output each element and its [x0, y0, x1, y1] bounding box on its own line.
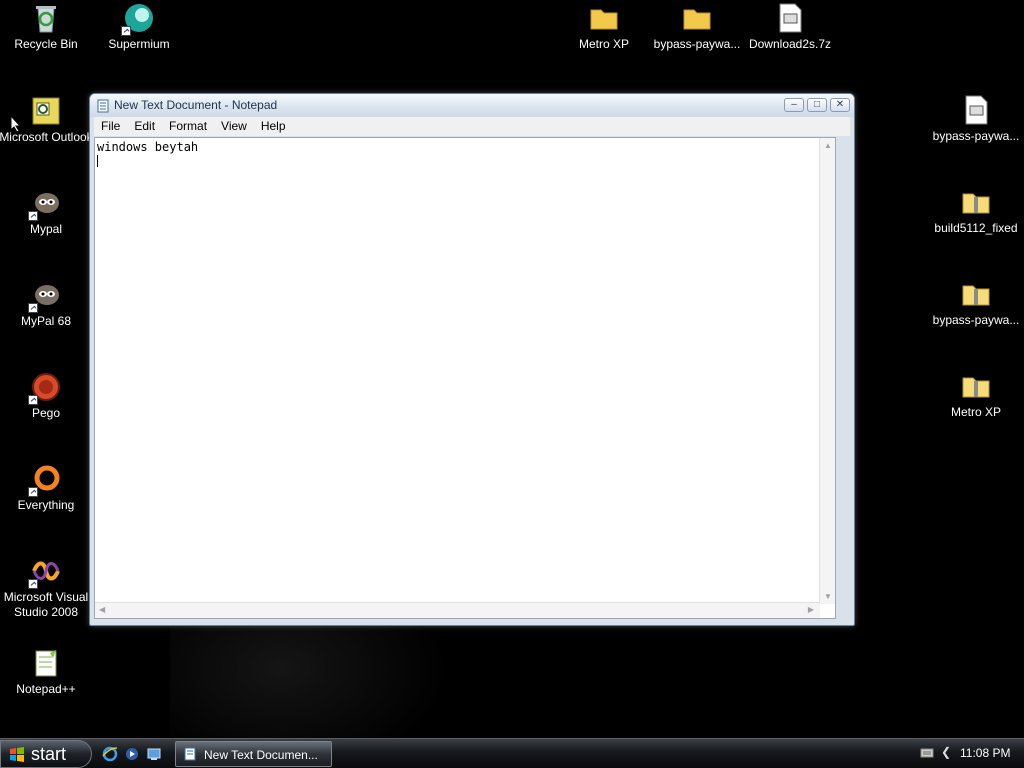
shortcut-arrow-icon — [28, 303, 38, 313]
vertical-scrollbar[interactable]: ▲ ▼ — [819, 138, 835, 604]
close-button[interactable]: ✕ — [830, 98, 850, 112]
notepad-titlebar[interactable]: New Text Document - Notepad – □ ✕ — [90, 94, 854, 117]
menu-help[interactable]: Help — [254, 117, 293, 136]
desktop-icon-download2s-7z[interactable]: Download2s.7z — [742, 2, 838, 52]
mypal68-icon — [28, 279, 62, 313]
shortcut-arrow-icon — [121, 26, 131, 36]
outlook-icon — [30, 95, 62, 127]
zip-folder-icon — [960, 278, 992, 310]
archive-file-icon — [774, 2, 806, 34]
visual-studio-icon — [28, 555, 62, 589]
zip-folder-icon — [960, 186, 992, 218]
internet-explorer-icon[interactable] — [102, 746, 118, 762]
menu-bar: File Edit Format View Help — [94, 117, 850, 136]
text-caret — [97, 155, 98, 167]
text-editor-area[interactable]: windows beytah ▲ ▼ ◀ ▶ — [94, 137, 836, 619]
shortcut-arrow-icon — [28, 579, 38, 589]
mouse-cursor-icon — [10, 115, 22, 133]
desktop-icon-bypass-file[interactable]: bypass-paywa... — [928, 94, 1024, 144]
desktop-icon-label: Mypal — [29, 222, 62, 236]
desktop-icon-label: Microsoft Visual Studio 2008 — [3, 590, 89, 619]
desktop-icon-label: Recycle Bin — [14, 37, 78, 51]
desktop-icon-label: MyPal 68 — [20, 314, 72, 328]
scroll-right-arrow-icon[interactable]: ▶ — [808, 605, 814, 614]
start-label: start — [31, 744, 67, 764]
horizontal-scrollbar[interactable]: ◀ ▶ — [95, 602, 820, 618]
menu-edit[interactable]: Edit — [127, 117, 162, 136]
notepad-app-icon — [97, 99, 109, 113]
desktop-icon-metro-xp-zip[interactable]: Metro XP — [928, 370, 1024, 420]
show-desktop-icon[interactable] — [146, 746, 162, 762]
notepadpp-icon — [30, 647, 62, 679]
menu-format[interactable]: Format — [162, 117, 214, 136]
scroll-left-arrow-icon[interactable]: ◀ — [99, 605, 105, 614]
keyboard-tray-icon[interactable] — [920, 747, 934, 759]
supermium-icon — [121, 2, 155, 36]
show-hidden-icons-chevron-icon[interactable]: ❮ — [941, 745, 951, 759]
scroll-down-arrow-icon[interactable]: ▼ — [824, 592, 832, 601]
desktop-icon-label: Pego — [31, 406, 61, 420]
menu-file[interactable]: File — [94, 117, 127, 136]
menu-view[interactable]: View — [214, 117, 254, 136]
desktop-icon-label: Notepad++ — [16, 682, 76, 696]
desktop-icon-label: Everything — [17, 498, 75, 512]
media-player-icon[interactable] — [124, 746, 140, 762]
folder-icon — [681, 2, 713, 34]
desktop-icon-label: bypass-paywa... — [932, 313, 1020, 327]
start-button[interactable]: start — [0, 740, 92, 768]
recycle-bin-icon — [30, 2, 62, 34]
desktop-icon-label: bypass-paywa... — [653, 37, 741, 51]
desktop-icon-label: build5112_fixed — [934, 221, 1018, 235]
windows-logo-icon — [10, 747, 24, 762]
desktop-icon-notepadpp[interactable]: Notepad++ — [0, 647, 94, 697]
notepad-app-icon — [184, 747, 196, 761]
archive-file-icon — [960, 94, 992, 126]
notepad-window[interactable]: New Text Document - Notepad – □ ✕ File Ed… — [89, 93, 855, 626]
mypal-icon — [28, 187, 62, 221]
desktop-icon-bypass-zip[interactable]: bypass-paywa... — [928, 278, 1024, 328]
taskbar-button-label: New Text Documen... — [204, 748, 318, 762]
desktop-icon-label: bypass-paywa... — [932, 129, 1020, 143]
desktop-icon-label: Metro XP — [578, 37, 629, 51]
editor-content[interactable]: windows beytah — [97, 140, 198, 154]
desktop-icon-label: Download2s.7z — [748, 37, 832, 51]
desktop-icon-label: Supermium — [108, 37, 170, 51]
desktop-icon-label: Metro XP — [950, 405, 1001, 419]
maximize-button[interactable]: □ — [807, 98, 827, 112]
desktop-icon-supermium[interactable]: Supermium — [91, 2, 187, 52]
everything-icon — [28, 463, 62, 497]
folder-icon — [588, 2, 620, 34]
desktop-icon-mypal-68[interactable]: MyPal 68 — [0, 279, 94, 329]
minimize-button[interactable]: – — [784, 98, 804, 112]
desktop-icon-mypal[interactable]: Mypal — [0, 187, 94, 237]
desktop-icon-visual-studio[interactable]: Microsoft Visual Studio 2008 — [0, 555, 94, 620]
taskbar-button-notepad[interactable]: New Text Documen... — [175, 741, 332, 767]
pego-icon — [28, 371, 62, 405]
shortcut-arrow-icon — [28, 395, 38, 405]
desktop-icon-pego[interactable]: Pego — [0, 371, 94, 421]
shortcut-arrow-icon — [28, 211, 38, 221]
desktop-icon-metro-xp-folder[interactable]: Metro XP — [556, 2, 652, 52]
scroll-up-arrow-icon[interactable]: ▲ — [824, 141, 832, 150]
shortcut-arrow-icon — [28, 487, 38, 497]
desktop-icon-build5112[interactable]: build5112_fixed — [928, 186, 1024, 236]
desktop-icon-everything[interactable]: Everything — [0, 463, 94, 513]
window-title: New Text Document - Notepad — [114, 98, 278, 112]
desktop-icon-bypass-folder[interactable]: bypass-paywa... — [649, 2, 745, 52]
zip-folder-icon — [960, 370, 992, 402]
desktop-icon-recycle-bin[interactable]: Recycle Bin — [0, 2, 94, 52]
taskbar-clock[interactable]: 11:08 PM — [960, 746, 1010, 760]
taskbar: start New Text Documen... ❮ 11:08 PM — [0, 738, 1024, 768]
